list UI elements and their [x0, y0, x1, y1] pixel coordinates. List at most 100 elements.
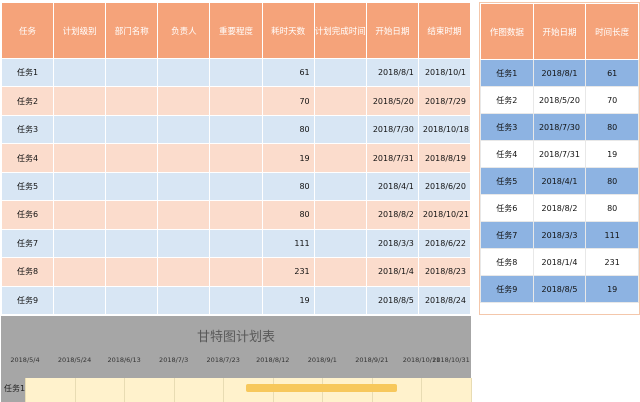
side-length-cell[interactable]: 80: [585, 167, 639, 195]
side-start-cell[interactable]: 2018/5/20: [532, 86, 587, 114]
days-cell[interactable]: 61: [261, 57, 315, 88]
plan-finish-cell[interactable]: [313, 57, 367, 88]
side-task-cell[interactable]: 任务8: [480, 248, 534, 276]
task-name-cell[interactable]: 任务6: [0, 200, 55, 230]
task-name-cell[interactable]: 任务3: [0, 114, 55, 145]
end-date-cell[interactable]: 2018/10/18: [417, 114, 472, 145]
owner-cell[interactable]: [157, 57, 211, 88]
department-cell[interactable]: [105, 86, 159, 116]
plan-finish-cell[interactable]: [313, 114, 367, 145]
task-name-cell[interactable]: 任务1: [0, 57, 55, 88]
side-task-cell[interactable]: 任务7: [480, 221, 534, 249]
start-date-cell[interactable]: 2018/8/2: [365, 200, 419, 230]
side-start-cell[interactable]: 2018/7/31: [532, 140, 587, 168]
days-cell[interactable]: 80: [261, 200, 315, 230]
header-task[interactable]: 任务: [0, 2, 55, 59]
header-days[interactable]: 耗时天数: [261, 2, 315, 59]
side-task-cell[interactable]: 任务1: [480, 59, 534, 87]
side-start-cell[interactable]: 2018/1/4: [532, 248, 587, 276]
task-name-cell[interactable]: 任务8: [0, 257, 55, 287]
plan-finish-cell[interactable]: [313, 200, 367, 230]
end-date-cell[interactable]: 2018/7/29: [417, 86, 472, 116]
importance-cell[interactable]: [209, 200, 263, 230]
importance-cell[interactable]: [209, 114, 263, 145]
side-length-cell[interactable]: 19: [585, 140, 639, 168]
plan-level-cell[interactable]: [53, 86, 107, 116]
side-length-cell[interactable]: 80: [585, 113, 639, 141]
task-name-cell[interactable]: 任务4: [0, 143, 55, 173]
department-cell[interactable]: [105, 200, 159, 230]
department-cell[interactable]: [105, 143, 159, 173]
plan-finish-cell[interactable]: [313, 257, 367, 287]
owner-cell[interactable]: [157, 171, 211, 202]
plan-finish-cell[interactable]: [313, 285, 367, 315]
department-cell[interactable]: [105, 228, 159, 259]
side-length-cell[interactable]: 231: [585, 248, 639, 276]
start-date-cell[interactable]: 2018/7/30: [365, 114, 419, 145]
side-start-cell[interactable]: 2018/3/3: [532, 221, 587, 249]
start-date-cell[interactable]: 2018/7/31: [365, 143, 419, 173]
department-cell[interactable]: [105, 114, 159, 145]
gantt-chart[interactable]: 甘特图计划表 2018/5/4 2018/5/24 2018/6/13 2018/7/…: [1, 316, 472, 402]
task-name-cell[interactable]: 任务7: [0, 228, 55, 259]
plan-level-cell[interactable]: [53, 228, 107, 259]
start-date-cell[interactable]: 2018/4/1: [365, 171, 419, 202]
days-cell[interactable]: 19: [261, 143, 315, 173]
header-plan-finish[interactable]: 计划完成时间: [313, 2, 367, 59]
plan-level-cell[interactable]: [53, 114, 107, 145]
task-name-cell[interactable]: 任务9: [0, 285, 55, 315]
plan-level-cell[interactable]: [53, 57, 107, 88]
start-date-cell[interactable]: 2018/1/4: [365, 257, 419, 287]
plan-level-cell[interactable]: [53, 257, 107, 287]
header-end-date[interactable]: 结束时期: [417, 2, 472, 59]
side-task-cell[interactable]: 任务9: [480, 275, 534, 303]
owner-cell[interactable]: [157, 114, 211, 145]
end-date-cell[interactable]: 2018/8/23: [417, 257, 472, 287]
importance-cell[interactable]: [209, 257, 263, 287]
side-start-cell[interactable]: 2018/8/1: [532, 59, 587, 87]
end-date-cell[interactable]: 2018/10/21: [417, 200, 472, 230]
side-length-cell[interactable]: 111: [585, 221, 639, 249]
side-task-cell[interactable]: 任务6: [480, 194, 534, 222]
days-cell[interactable]: 80: [261, 171, 315, 202]
task-name-cell[interactable]: 任务2: [0, 86, 55, 116]
days-cell[interactable]: 80: [261, 114, 315, 145]
importance-cell[interactable]: [209, 143, 263, 173]
start-date-cell[interactable]: 2018/8/1: [365, 57, 419, 88]
owner-cell[interactable]: [157, 200, 211, 230]
side-start-cell[interactable]: 2018/8/2: [532, 194, 587, 222]
side-length-cell[interactable]: 70: [585, 86, 639, 114]
department-cell[interactable]: [105, 171, 159, 202]
plan-level-cell[interactable]: [53, 171, 107, 202]
days-cell[interactable]: 231: [261, 257, 315, 287]
department-cell[interactable]: [105, 57, 159, 88]
side-task-cell[interactable]: 任务3: [480, 113, 534, 141]
task-name-cell[interactable]: 任务5: [0, 171, 55, 202]
end-date-cell[interactable]: 2018/6/22: [417, 228, 472, 259]
side-length-cell[interactable]: 80: [585, 194, 639, 222]
importance-cell[interactable]: [209, 86, 263, 116]
importance-cell[interactable]: [209, 228, 263, 259]
plan-level-cell[interactable]: [53, 285, 107, 315]
owner-cell[interactable]: [157, 257, 211, 287]
department-cell[interactable]: [105, 257, 159, 287]
days-cell[interactable]: 111: [261, 228, 315, 259]
days-cell[interactable]: 19: [261, 285, 315, 315]
plan-level-cell[interactable]: [53, 143, 107, 173]
plan-finish-cell[interactable]: [313, 86, 367, 116]
end-date-cell[interactable]: 2018/8/24: [417, 285, 472, 315]
department-cell[interactable]: [105, 285, 159, 315]
side-task-cell[interactable]: 任务5: [480, 167, 534, 195]
side-header-length[interactable]: 时间长度: [585, 3, 639, 60]
side-start-cell[interactable]: 2018/4/1: [532, 167, 587, 195]
header-department[interactable]: 部门名称: [105, 2, 159, 59]
side-header-start-date[interactable]: 开始日期: [532, 3, 587, 60]
days-cell[interactable]: 70: [261, 86, 315, 116]
header-start-date[interactable]: 开始日期: [365, 2, 419, 59]
owner-cell[interactable]: [157, 143, 211, 173]
side-task-cell[interactable]: 任务2: [480, 86, 534, 114]
start-date-cell[interactable]: 2018/3/3: [365, 228, 419, 259]
side-start-cell[interactable]: 2018/7/30: [532, 113, 587, 141]
owner-cell[interactable]: [157, 285, 211, 315]
plan-finish-cell[interactable]: [313, 228, 367, 259]
